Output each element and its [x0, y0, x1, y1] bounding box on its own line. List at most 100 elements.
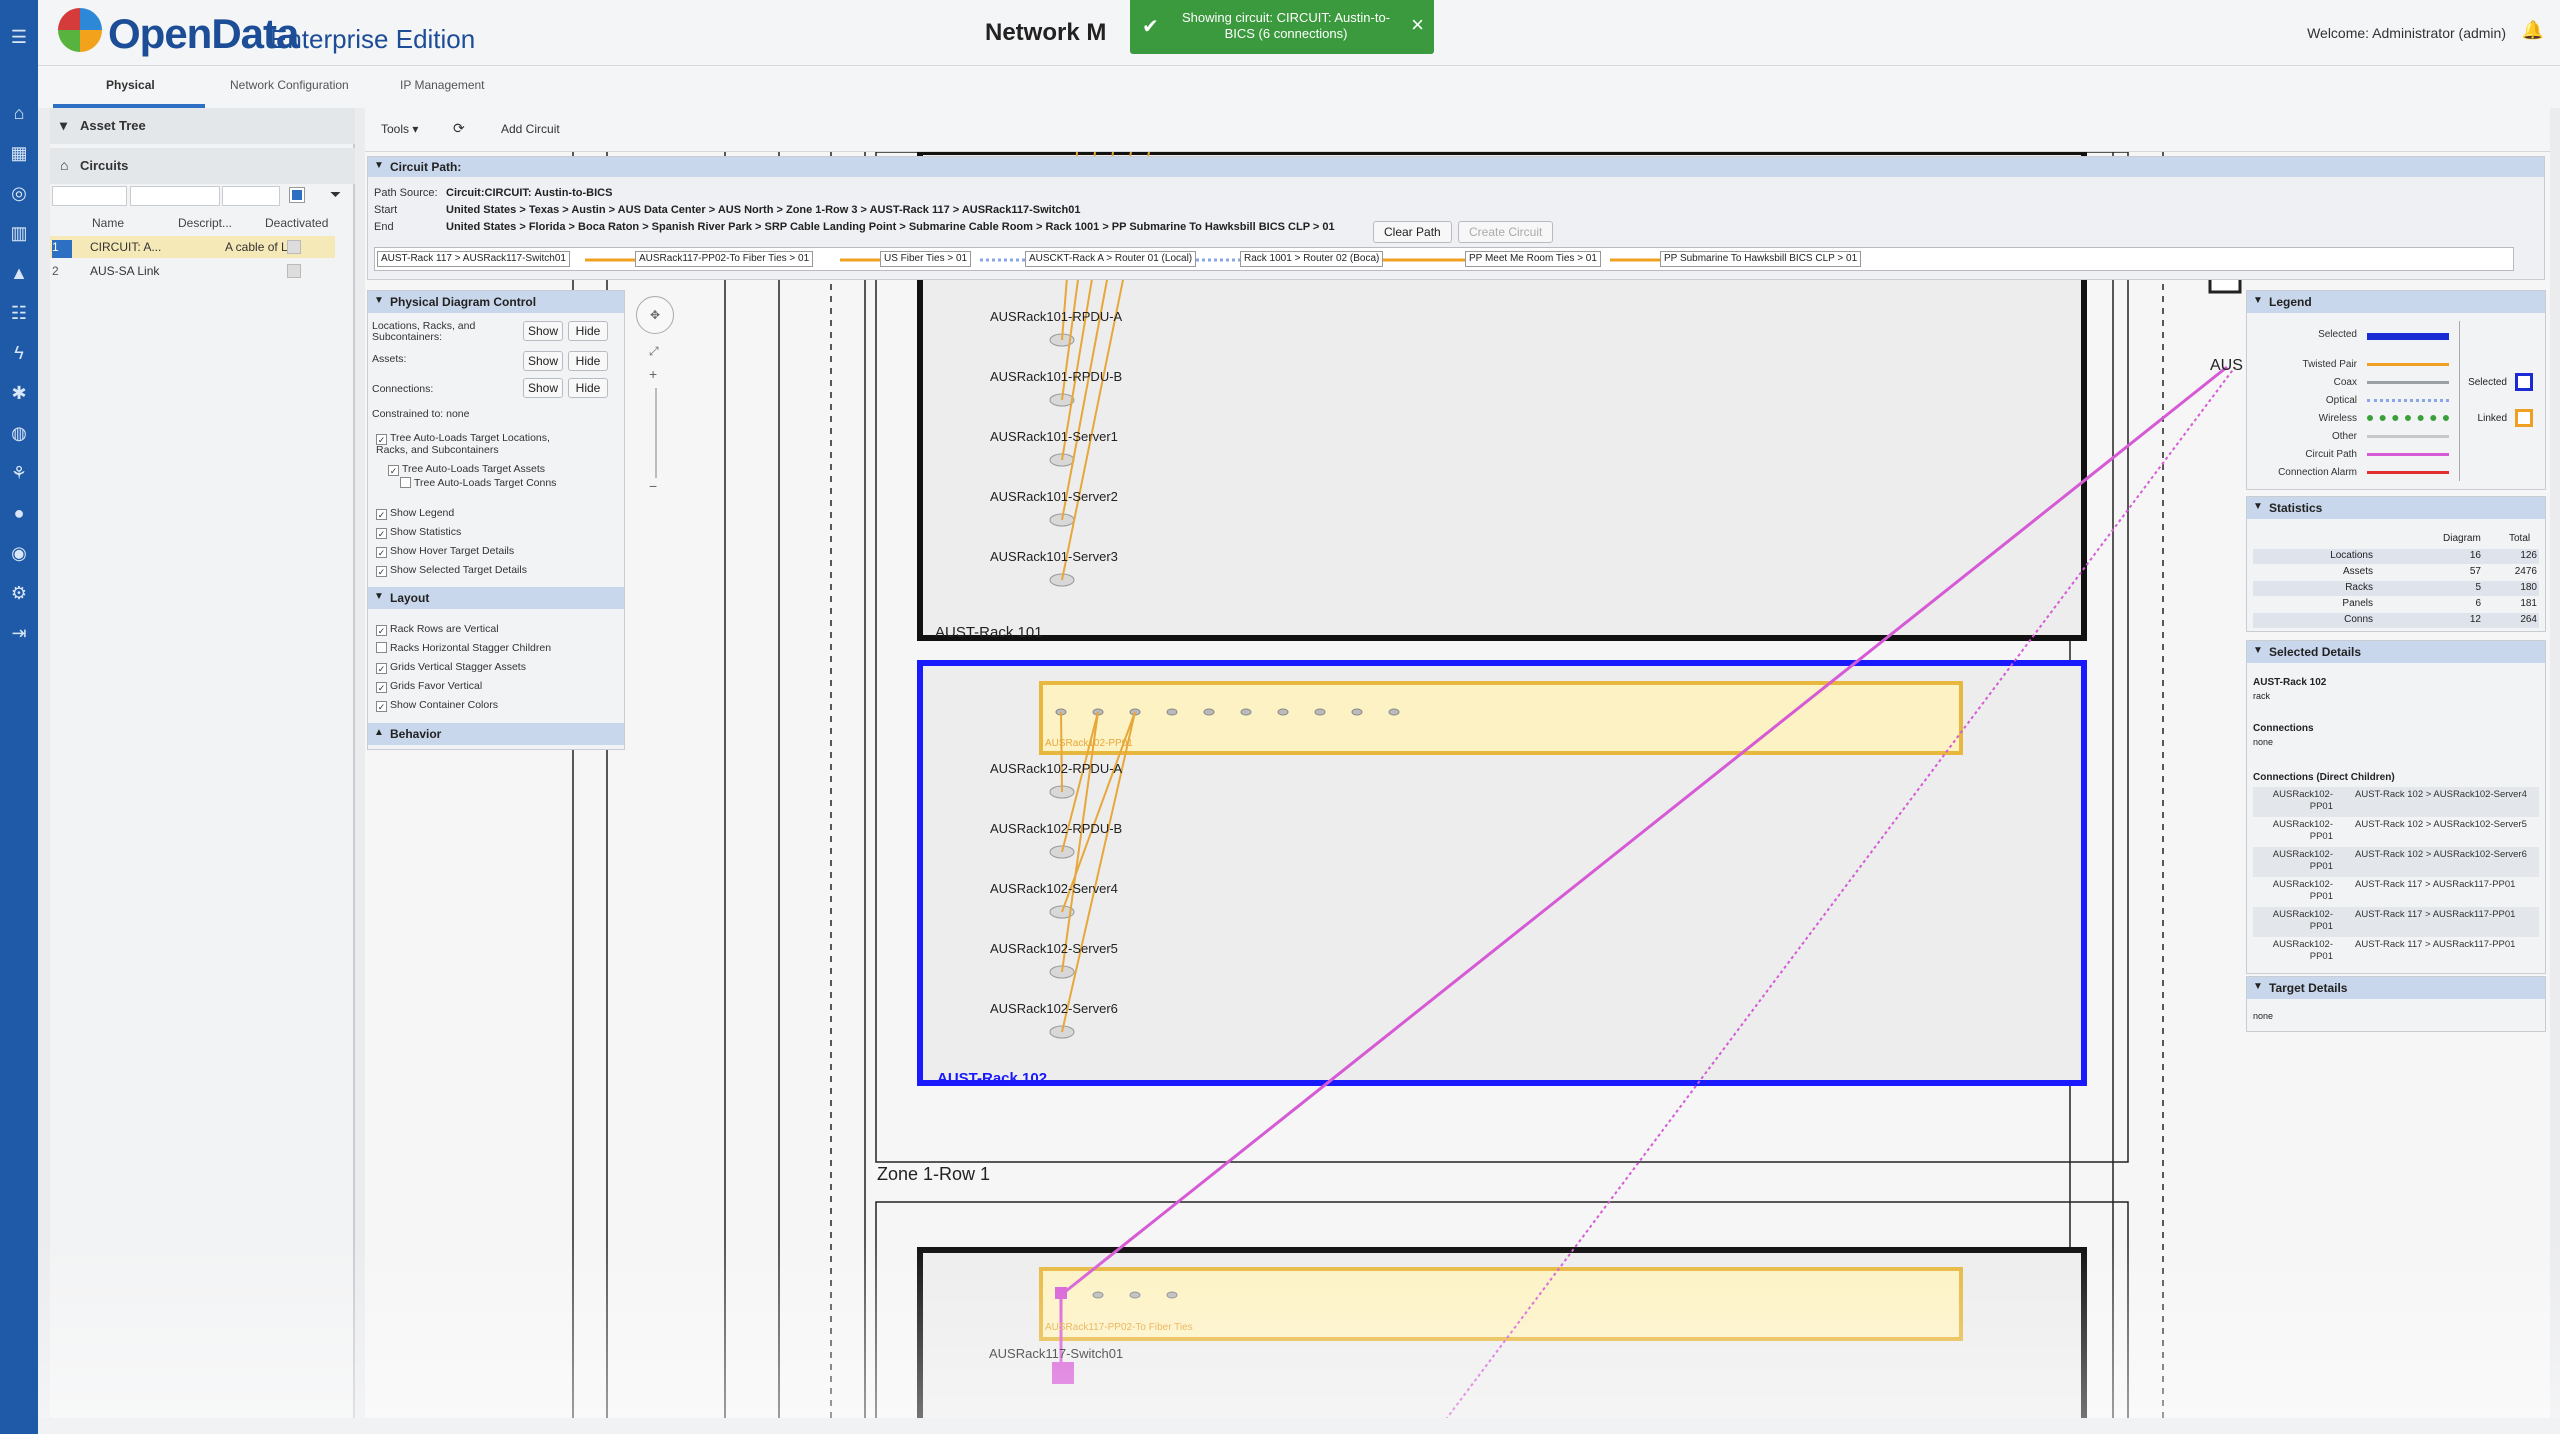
- rack-102-label[interactable]: AUST-Rack 102: [937, 1070, 1047, 1087]
- target-icon[interactable]: ◎: [8, 182, 30, 204]
- checkbox[interactable]: ✓: [388, 465, 399, 476]
- filter-toggle[interactable]: [289, 187, 305, 203]
- checkbox-show-legend[interactable]: ✓ Show Legend: [376, 507, 454, 520]
- connection-row[interactable]: AUSRack102-PP01 AUST-Rack 102 > AUSRack10…: [2253, 817, 2539, 847]
- pan-icon[interactable]: ✥: [636, 296, 674, 334]
- layout-header[interactable]: ▼ Layout: [368, 587, 624, 609]
- asset-label[interactable]: AUSRack101-RPDU-B: [990, 369, 1122, 384]
- connection-row[interactable]: AUSRack102-PP01 AUST-Rack 117 > AUSRack11…: [2253, 907, 2539, 937]
- filter-name-input[interactable]: [130, 186, 220, 206]
- layers-icon[interactable]: ▲: [8, 262, 30, 284]
- checkbox[interactable]: ✓: [376, 701, 387, 712]
- bell-icon[interactable]: 🔔: [2522, 20, 2544, 41]
- circuit-segment[interactable]: Rack 1001 > Router 02 (Boca): [1240, 251, 1384, 267]
- checkbox-show-hover[interactable]: ✓ Show Hover Target Details: [376, 545, 514, 558]
- checkbox-rack-rows-vertical[interactable]: ✓ Rack Rows are Vertical: [376, 623, 499, 636]
- zoom-slider[interactable]: [655, 388, 657, 478]
- tab-ip-management[interactable]: IP Management: [400, 78, 485, 92]
- asset-label[interactable]: AUSRack102-Server4: [990, 881, 1118, 896]
- asset-label[interactable]: AUSRack117-Switch01: [989, 1346, 1123, 1361]
- asset-label[interactable]: AUSRack101-Server1: [990, 429, 1118, 444]
- asset-label[interactable]: AUSRack101-Server3: [990, 549, 1118, 564]
- filter-desc-input[interactable]: [222, 186, 280, 206]
- circuit-segment[interactable]: PP Submarine To Hawksbill BICS CLP > 01: [1660, 251, 1862, 267]
- zoom-out-icon[interactable]: −: [649, 478, 657, 494]
- create-circuit-button[interactable]: Create Circuit: [1458, 221, 1554, 243]
- asset-tree-header[interactable]: ▾ Asset Tree: [50, 108, 355, 144]
- checkbox[interactable]: ✓: [376, 663, 387, 674]
- close-icon[interactable]: ×: [1411, 12, 1424, 38]
- circuit-segment[interactable]: US Fiber Ties > 01: [880, 251, 972, 267]
- statistics-header[interactable]: ▼ Statistics: [2247, 497, 2545, 519]
- deactivated-checkbox[interactable]: [287, 264, 301, 278]
- asset-label[interactable]: AUSRack102-Server5: [990, 941, 1118, 956]
- checkbox[interactable]: ✓: [376, 547, 387, 558]
- menu-icon[interactable]: ☰: [8, 26, 30, 48]
- checkbox-show-statistics[interactable]: ✓ Show Statistics: [376, 526, 461, 539]
- diagram-control-header[interactable]: ▼ Physical Diagram Control: [368, 291, 624, 313]
- col-name[interactable]: Name: [92, 216, 124, 230]
- checkbox-tree-auto-assets[interactable]: ✓ Tree Auto-Loads Target Assets: [388, 463, 545, 476]
- col-deactivated[interactable]: Deactivated: [265, 216, 328, 230]
- zone-label[interactable]: Zone 1-Row 1: [877, 1164, 990, 1185]
- tab-network-configuration[interactable]: Network Configuration: [230, 78, 349, 92]
- add-circuit-button[interactable]: Add Circuit: [501, 122, 560, 136]
- circuits-header[interactable]: ⌂ Circuits: [50, 148, 355, 184]
- rack-101-label[interactable]: AUST-Rack 101: [935, 624, 1043, 641]
- checkbox[interactable]: [376, 642, 387, 653]
- network-icon[interactable]: ✱: [8, 382, 30, 404]
- assets-hide-button[interactable]: Hide: [568, 351, 608, 371]
- checkbox[interactable]: ✓: [376, 682, 387, 693]
- diagram-canvas[interactable]: AUST-Rack 101 AUSRack101-RPDU-A AUSRack1…: [365, 152, 2550, 1434]
- behavior-header[interactable]: ▲ Behavior: [368, 723, 624, 745]
- col-description[interactable]: Descript...: [178, 216, 232, 230]
- tab-physical[interactable]: Physical: [106, 78, 155, 92]
- checkbox-container-colors[interactable]: ✓ Show Container Colors: [376, 699, 498, 712]
- chart-icon[interactable]: ▥: [8, 222, 30, 244]
- checkbox[interactable]: ✓: [376, 528, 387, 539]
- checkbox-racks-stagger[interactable]: Racks Horizontal Stagger Children: [376, 642, 551, 654]
- asset-label[interactable]: AUSRack102-Server6: [990, 1001, 1118, 1016]
- dashboard-icon[interactable]: ▦: [8, 142, 30, 164]
- checkbox[interactable]: ✓: [376, 566, 387, 577]
- locations-show-button[interactable]: Show: [523, 321, 563, 341]
- fit-icon[interactable]: ⤢: [649, 344, 659, 359]
- filter-icon[interactable]: ⏷: [330, 186, 341, 203]
- checkbox-tree-auto-conns[interactable]: Tree Auto-Loads Target Conns: [400, 477, 556, 489]
- zoom-in-icon[interactable]: +: [649, 366, 657, 382]
- asset-label[interactable]: AUSRack101-Server2: [990, 489, 1118, 504]
- clear-path-button[interactable]: Clear Path: [1373, 221, 1452, 243]
- assets-show-button[interactable]: Show: [523, 351, 563, 371]
- offscreen-rack-label[interactable]: AUS: [2210, 357, 2243, 375]
- circuit-segment[interactable]: AUSRack117-PP02-To Fiber Ties > 01: [635, 251, 814, 267]
- tools-menu[interactable]: Tools ▾: [381, 122, 418, 136]
- connection-row[interactable]: AUSRack102-PP01 AUST-Rack 117 > AUSRack11…: [2253, 937, 2539, 967]
- legend-header[interactable]: ▼ Legend: [2247, 291, 2545, 313]
- logout-icon[interactable]: ⇥: [8, 622, 30, 644]
- checkbox[interactable]: ✓: [376, 625, 387, 636]
- circuit-segment[interactable]: PP Meet Me Room Ties > 01: [1465, 251, 1601, 267]
- circuit-path-header[interactable]: ▼ Circuit Path:: [368, 157, 2544, 177]
- locations-hide-button[interactable]: Hide: [568, 321, 608, 341]
- deactivated-checkbox[interactable]: [287, 240, 301, 254]
- connection-row[interactable]: AUSRack102-PP01 AUST-Rack 117 > AUSRack11…: [2253, 877, 2539, 907]
- refresh-icon[interactable]: ⟳: [453, 120, 465, 137]
- panel-label[interactable]: AUSRack102-PP01: [1045, 738, 1133, 749]
- drop-icon[interactable]: ●: [8, 502, 30, 524]
- connection-row[interactable]: AUSRack102-PP01 AUST-Rack 102 > AUSRack10…: [2253, 787, 2539, 817]
- connections-hide-button[interactable]: Hide: [568, 378, 608, 398]
- checklist-icon[interactable]: ☷: [8, 302, 30, 324]
- checkbox[interactable]: ✓: [376, 509, 387, 520]
- connections-show-button[interactable]: Show: [523, 378, 563, 398]
- selected-details-header[interactable]: ▼ Selected Details: [2247, 641, 2545, 663]
- home-icon[interactable]: ⌂: [8, 102, 30, 124]
- target-details-header[interactable]: ▼ Target Details: [2247, 977, 2545, 999]
- connection-row[interactable]: AUSRack102-PP01 AUST-Rack 102 > AUSRack10…: [2253, 847, 2539, 877]
- globe-icon[interactable]: ◍: [8, 422, 30, 444]
- hierarchy-icon[interactable]: ⚘: [8, 462, 30, 484]
- asset-label[interactable]: AUSRack101-RPDU-A: [990, 309, 1122, 324]
- checkbox-grids-vertical[interactable]: ✓ Grids Favor Vertical: [376, 680, 482, 693]
- table-row[interactable]: 1 CIRCUIT: A... A cable of Li...: [50, 236, 335, 258]
- checkbox[interactable]: [400, 477, 411, 488]
- bolt-icon[interactable]: ϟ: [8, 342, 30, 364]
